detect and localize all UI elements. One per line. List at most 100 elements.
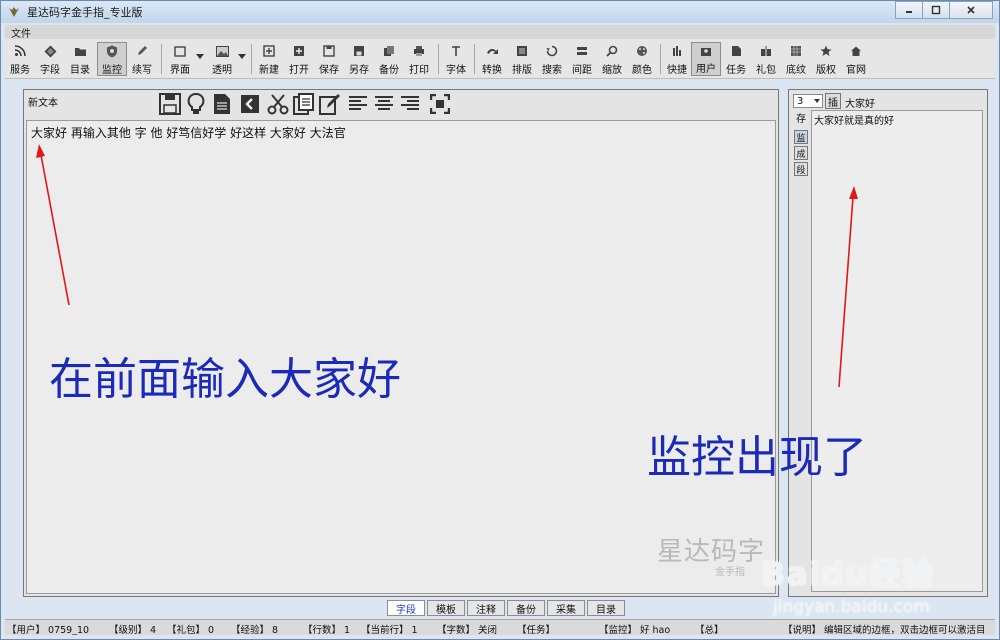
toolbar-continue-button[interactable]: 续写 xyxy=(129,42,155,76)
toolbar-open-button[interactable]: 打开 xyxy=(286,42,312,76)
chevron-down-icon xyxy=(814,99,820,103)
toolbar-new-button[interactable]: 新建 xyxy=(256,42,282,76)
align-left-button[interactable] xyxy=(346,92,370,116)
text-editor[interactable]: 大家好 再输入其他 字 他 好笃信好学 好这样 大家好 大法官 在前面输入大家好… xyxy=(26,120,776,594)
align-right-icon xyxy=(401,96,419,110)
home-icon xyxy=(849,44,863,58)
toolbar-website-button[interactable]: 官网 xyxy=(843,42,869,76)
toolbar-color-button[interactable]: 颜色 xyxy=(629,42,655,76)
chevron-down-icon xyxy=(196,54,204,59)
toolbar-saveas-button[interactable]: 另存 xyxy=(346,42,372,76)
toolbar-print-button[interactable]: 打印 xyxy=(406,42,432,76)
status-monitor: 【监控】 好 hao xyxy=(599,625,671,635)
backup-icon xyxy=(382,44,396,58)
toolbar-monitor-button[interactable]: 监控 xyxy=(97,42,127,76)
monitor-result-list[interactable]: 大家好就是真的好 xyxy=(811,110,983,592)
save-icon xyxy=(322,44,336,58)
toolbar-service-button[interactable]: 服务 xyxy=(7,42,33,76)
status-user: 【用户】 0759_10 xyxy=(7,625,90,635)
editor-document-button[interactable] xyxy=(210,92,234,116)
layout-icon xyxy=(515,44,529,58)
menu-bar: 文件 xyxy=(5,25,995,40)
status-exp: 【经验】 8 xyxy=(231,625,279,635)
close-icon xyxy=(967,6,975,14)
tab-notes[interactable]: 注释 xyxy=(467,600,505,616)
back-arrow-icon xyxy=(241,95,259,113)
editor-tips-button[interactable] xyxy=(184,92,208,116)
toolbar-user-button[interactable]: 用户 xyxy=(691,42,721,76)
editor-fullscreen-button[interactable] xyxy=(428,92,452,116)
window-icon xyxy=(173,44,187,58)
monitor-side-bar: 存 监 成 段 xyxy=(791,112,811,178)
editor-back-button[interactable] xyxy=(238,92,262,116)
toolbar-gift-button[interactable]: 礼包 xyxy=(753,42,779,76)
align-center-button[interactable] xyxy=(372,92,396,116)
monitor-keyword[interactable]: 大家好 xyxy=(845,95,875,110)
monitor-panel: 3 插 大家好 存 监 成 段 大家好就是真的好 xyxy=(788,89,988,597)
toolbar-texture-button[interactable]: 底纹 xyxy=(783,42,809,76)
toolbar-interface-button[interactable]: 界面 xyxy=(167,42,193,76)
edit-icon xyxy=(319,94,340,115)
tab-collect[interactable]: 采集 xyxy=(547,600,585,616)
close-button[interactable] xyxy=(949,1,993,19)
status-word-count: 【字数】 关闭 xyxy=(437,625,498,635)
tab-catalog[interactable]: 目录 xyxy=(587,600,625,616)
toolbar-save-button[interactable]: 保存 xyxy=(316,42,342,76)
monitor-side-button-cheng[interactable]: 成 xyxy=(794,146,808,160)
lightning-icon xyxy=(670,44,684,58)
toolbar-copyright-button[interactable]: 版权 xyxy=(813,42,839,76)
toolbar-segment-button[interactable]: 字段 xyxy=(37,42,63,76)
copy-icon xyxy=(293,93,314,115)
texture-icon xyxy=(789,44,803,58)
minimize-icon xyxy=(906,11,912,13)
toolbar-shortcut-button[interactable]: 快捷 xyxy=(664,42,690,76)
new-file-icon xyxy=(262,44,276,58)
monitor-side-button-monitor[interactable]: 监 xyxy=(794,130,808,144)
toolbar-separator xyxy=(474,44,475,74)
status-task: 【任务】 xyxy=(517,625,556,635)
bulb-icon xyxy=(187,93,205,114)
print-icon xyxy=(412,44,426,58)
tab-backup[interactable]: 备份 xyxy=(507,600,545,616)
gift-icon xyxy=(759,44,773,58)
maximize-button[interactable] xyxy=(922,1,950,19)
align-right-button[interactable] xyxy=(398,92,422,116)
star-icon xyxy=(819,44,833,58)
editor-copy-button[interactable] xyxy=(292,92,316,116)
monitor-select[interactable]: 3 xyxy=(793,94,823,108)
spacing-icon xyxy=(575,44,589,58)
menu-file[interactable]: 文件 xyxy=(11,25,31,40)
toolbar-transparent-button[interactable]: 透明 xyxy=(209,42,235,76)
transparent-dropdown-arrow[interactable] xyxy=(238,53,246,61)
editor-save-button[interactable] xyxy=(158,92,182,116)
toolbar-task-button[interactable]: 任务 xyxy=(723,42,749,76)
editor-cut-button[interactable] xyxy=(266,92,290,116)
fullscreen-icon xyxy=(430,94,450,114)
toolbar-zoom-button[interactable]: 缩放 xyxy=(599,42,625,76)
monitor-side-button-segment[interactable]: 段 xyxy=(794,162,808,176)
save-as-icon xyxy=(352,44,366,58)
open-icon xyxy=(292,44,306,58)
minimize-button[interactable] xyxy=(895,1,923,19)
toolbar-convert-button[interactable]: 转换 xyxy=(479,42,505,76)
toolbar-backup-button[interactable]: 备份 xyxy=(376,42,402,76)
rss-icon xyxy=(13,44,27,58)
folder-icon xyxy=(73,44,87,58)
toolbar-spacing-button[interactable]: 间距 xyxy=(569,42,595,76)
toolbar-search-button[interactable]: 搜索 xyxy=(539,42,565,76)
zoom-icon xyxy=(605,44,619,58)
toolbar-catalog-button[interactable]: 目录 xyxy=(67,42,93,76)
interface-dropdown-arrow[interactable] xyxy=(196,53,204,61)
bottom-tabs: 字段 模板 注释 备份 采集 目录 xyxy=(387,600,627,616)
maximize-icon xyxy=(931,5,941,15)
monitor-insert-button[interactable]: 插 xyxy=(825,93,841,109)
tab-template[interactable]: 模板 xyxy=(427,600,465,616)
monitor-save-label[interactable]: 存 xyxy=(791,112,811,128)
tab-segment[interactable]: 字段 xyxy=(387,600,425,616)
task-icon xyxy=(729,44,743,58)
toolbar-layout-button[interactable]: 排版 xyxy=(509,42,535,76)
title-bar[interactable]: 星达码字金手指_专业版 xyxy=(1,1,999,23)
editor-edit-button[interactable] xyxy=(318,92,342,116)
toolbar-font-button[interactable]: 字体 xyxy=(443,42,469,76)
editor-content: 大家好 再输入其他 字 他 好笃信好学 好这样 大家好 大法官 xyxy=(31,126,346,140)
